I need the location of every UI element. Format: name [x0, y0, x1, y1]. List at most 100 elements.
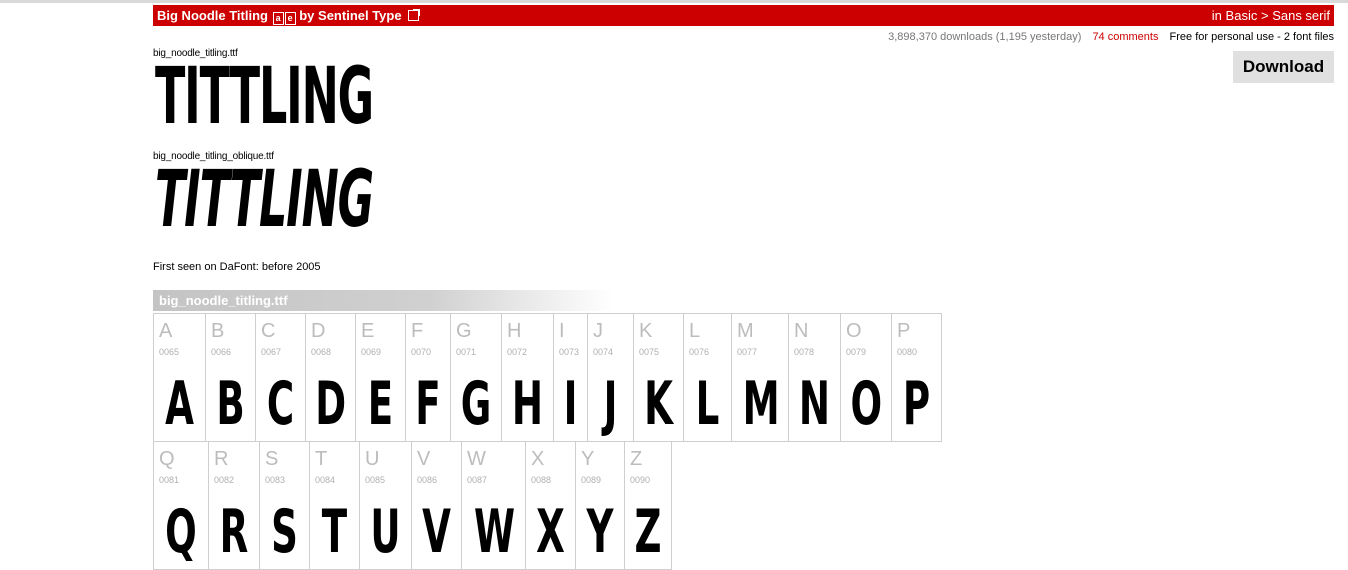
char-glyph: K: [644, 369, 673, 439]
char-code: 0080: [897, 347, 918, 357]
font-title-bar: Big Noodle Titling ae by Sentinel Type i…: [153, 5, 1334, 26]
char-code: 0076: [689, 347, 710, 357]
char-code: 0087: [467, 475, 488, 485]
char-glyph: A: [165, 369, 194, 439]
subcategory-link[interactable]: Sans serif: [1272, 8, 1330, 23]
charmap-row: A 0065 A B 0066 B C 0067 C D 0068 D E 0069 E F 0070 F G 007…: [153, 313, 942, 442]
external-link-icon[interactable]: [408, 9, 421, 21]
char-code: 0073: [559, 347, 580, 357]
charmap-row: Q 0081 Q R 0082 R S 0083 S T 0084 T U 0085 U V 0086 V W 008…: [153, 441, 672, 570]
char-label: V: [417, 448, 431, 470]
charmap-cell: Z 0090 Z: [624, 441, 672, 570]
char-code: 0066: [211, 347, 232, 357]
char-glyph: V: [422, 497, 451, 567]
charmap-cell: V 0086 V: [411, 441, 462, 570]
char-label: B: [211, 320, 225, 342]
char-glyph: Q: [165, 497, 197, 567]
charmap-cell: D 0068 D: [305, 313, 356, 442]
char-glyph: I: [563, 369, 578, 439]
char-label: O: [846, 320, 862, 342]
char-glyph: E: [367, 369, 394, 439]
char-glyph: Z: [634, 497, 662, 567]
char-glyph: M: [742, 369, 780, 439]
charmap-cell: N 0078 N: [788, 313, 841, 442]
charmap-cell: I 0073 I: [553, 313, 588, 442]
char-code: 0082: [214, 475, 235, 485]
char-glyph: W: [473, 497, 516, 567]
charmap-cell: A 0065 A: [153, 313, 206, 442]
char-glyph: N: [798, 369, 831, 439]
author-link[interactable]: Sentinel Type: [318, 8, 402, 23]
char-glyph: T: [321, 497, 348, 567]
charmap-cell: W 0087 W: [461, 441, 526, 570]
char-label: T: [315, 448, 328, 470]
category-prefix: in: [1211, 8, 1222, 23]
char-code: 0071: [456, 347, 477, 357]
char-glyph: J: [603, 369, 618, 439]
font-preview-regular: TITTLING: [155, 52, 374, 142]
font-stats: 3,898,370 downloads (1,195 yesterday) 74…: [888, 31, 1334, 43]
top-divider: [0, 0, 1348, 3]
char-code: 0065: [159, 347, 180, 357]
char-glyph: H: [511, 369, 544, 439]
char-code: 0090: [630, 475, 651, 485]
char-code: 0086: [417, 475, 438, 485]
char-code: 0067: [261, 347, 282, 357]
font-name-link[interactable]: Big Noodle Titling: [157, 8, 268, 23]
char-label: I: [559, 320, 565, 342]
charmap-cell: G 0071 G: [450, 313, 502, 442]
charmap-cell: F 0070 F: [405, 313, 451, 442]
comments-link[interactable]: 74 comments: [1092, 31, 1158, 43]
char-code: 0083: [265, 475, 286, 485]
char-glyph: F: [415, 369, 441, 439]
char-label: N: [794, 320, 809, 342]
char-label: E: [361, 320, 375, 342]
char-glyph: L: [695, 369, 720, 439]
char-glyph: G: [460, 369, 492, 439]
char-code: 0085: [365, 475, 386, 485]
char-code: 0075: [639, 347, 660, 357]
char-code: 0069: [361, 347, 382, 357]
char-label: W: [467, 448, 486, 470]
charmap-cell: U 0085 U: [359, 441, 412, 570]
char-code: 0079: [846, 347, 867, 357]
char-label: Z: [630, 448, 643, 470]
char-label: A: [159, 320, 173, 342]
char-glyph: R: [219, 497, 249, 567]
download-button[interactable]: Download: [1233, 51, 1334, 83]
char-label: G: [456, 320, 472, 342]
char-label: S: [265, 448, 279, 470]
char-label: M: [737, 320, 754, 342]
char-glyph: C: [266, 369, 295, 439]
charmap-cell: M 0077 M: [731, 313, 789, 442]
charmap-header: big_noodle_titling.ttf: [153, 290, 613, 311]
euro-badge-icon: e: [284, 12, 296, 25]
charmap-cell: P 0080 P: [891, 313, 942, 442]
download-count: 3,898,370 downloads (1,195 yesterday): [888, 31, 1082, 43]
charmap-cell: K 0075 K: [633, 313, 684, 442]
char-code: 0070: [411, 347, 432, 357]
font-preview-oblique: TITTLING: [155, 155, 374, 245]
charmap-cell: X 0088 X: [525, 441, 576, 570]
char-label: F: [411, 320, 424, 342]
char-glyph: D: [315, 369, 347, 439]
charmap-cell: H 0072 H: [501, 313, 554, 442]
author-prefix: by: [299, 8, 315, 23]
category-breadcrumb: in Basic > Sans serif: [1212, 8, 1330, 23]
char-label: J: [593, 320, 603, 342]
char-label: K: [639, 320, 653, 342]
font-title: Big Noodle Titling ae by Sentinel Type: [157, 8, 421, 25]
char-code: 0068: [311, 347, 332, 357]
charmap-cell: L 0076 L: [683, 313, 732, 442]
char-glyph: Y: [586, 497, 614, 567]
char-glyph: X: [536, 497, 565, 567]
char-code: 0078: [794, 347, 815, 357]
charmap-cell: O 0079 O: [840, 313, 892, 442]
charmap-cell: J 0074 J: [587, 313, 634, 442]
char-label: U: [365, 448, 380, 470]
charmap-cell: R 0082 R: [208, 441, 260, 570]
char-label: C: [261, 320, 276, 342]
category-link[interactable]: Basic: [1226, 8, 1258, 23]
charmap-cell: C 0067 C: [255, 313, 306, 442]
char-label: P: [897, 320, 911, 342]
